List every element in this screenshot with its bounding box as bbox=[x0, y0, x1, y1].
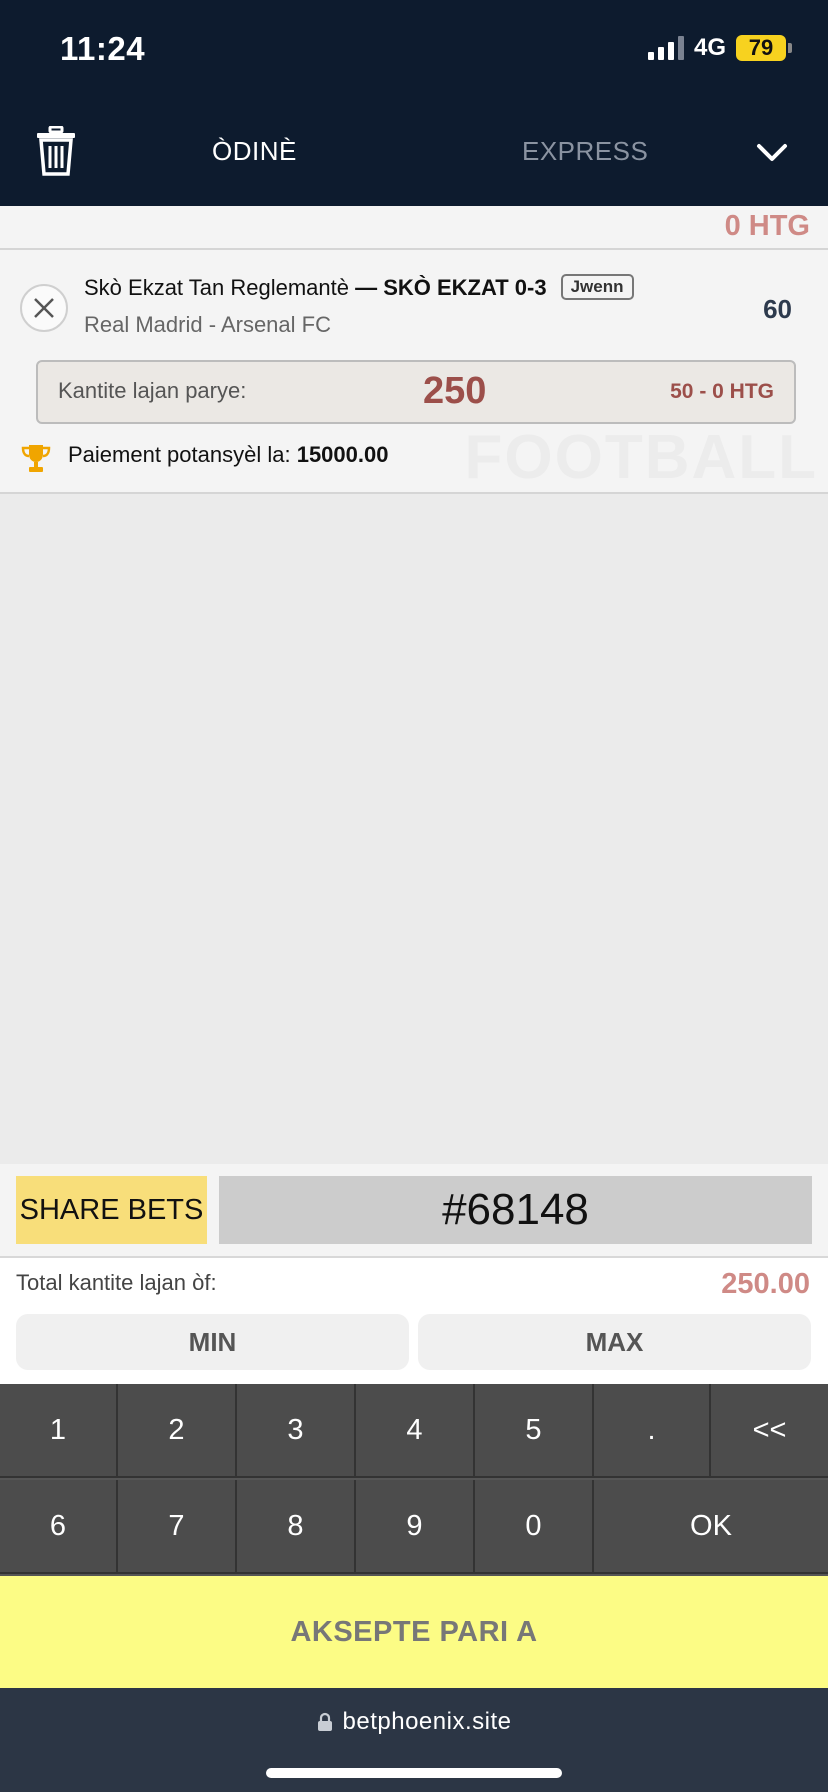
key-6[interactable]: 6 bbox=[0, 1480, 118, 1574]
stake-limits: 50 - 0 HTG bbox=[670, 380, 774, 403]
app-header: 11:24 4G 79 ÒDINÈ EXPRESS bbox=[0, 0, 828, 206]
total-stake-label: Total kantite lajan òf: bbox=[16, 1270, 217, 1295]
key-2[interactable]: 2 bbox=[118, 1384, 237, 1478]
betslip-tabs: ÒDINÈ EXPRESS bbox=[0, 110, 828, 190]
event-name: Real Madrid - Arsenal FC bbox=[84, 312, 331, 337]
trophy-icon bbox=[21, 445, 51, 472]
share-bets-button[interactable]: SHARE BETS bbox=[16, 1176, 207, 1244]
key-0[interactable]: 0 bbox=[475, 1480, 594, 1574]
url-display[interactable]: betphoenix.site bbox=[0, 1708, 828, 1736]
key-3[interactable]: 3 bbox=[237, 1384, 356, 1478]
key-9[interactable]: 9 bbox=[356, 1480, 475, 1574]
payout-label: Paiement potansyèl la: bbox=[68, 442, 291, 467]
stake-value: 250 bbox=[423, 370, 487, 412]
lock-icon bbox=[317, 1712, 332, 1731]
potential-payout: Paiement potansyèl la: 15000.00 bbox=[68, 442, 388, 468]
signal-icon bbox=[647, 36, 684, 60]
market-outcome: SKÒ EKZAT 0-3 bbox=[383, 275, 547, 300]
balance-row: 0 HTG bbox=[0, 206, 828, 250]
numeric-keypad: 1 2 3 4 5 . << 6 7 8 9 0 OK bbox=[0, 1384, 828, 1576]
total-stake-value: 250.00 bbox=[721, 1268, 810, 1300]
stake-label: Kantite lajan parye: bbox=[58, 378, 247, 403]
totals-section: Total kantite lajan òf: 250.00 MIN MAX bbox=[0, 1256, 828, 1384]
key-ok[interactable]: OK bbox=[594, 1480, 828, 1574]
key-decimal[interactable]: . bbox=[594, 1384, 711, 1478]
market-separator: — bbox=[348, 275, 384, 300]
browser-address-bar: betphoenix.site bbox=[0, 1688, 828, 1792]
trash-icon[interactable] bbox=[36, 126, 76, 176]
bet-market: Skò Ekzat Tan Reglemantè — SKÒ EKZAT 0-3… bbox=[84, 274, 634, 301]
remove-bet-button[interactable] bbox=[20, 284, 68, 332]
network-type: 4G bbox=[693, 34, 726, 61]
min-button[interactable]: MIN bbox=[16, 1314, 409, 1370]
tab-express[interactable]: EXPRESS bbox=[522, 136, 648, 167]
key-7[interactable]: 7 bbox=[118, 1480, 237, 1574]
betslip-empty-area bbox=[0, 494, 828, 1164]
bet-card: FOOTBALL Skò Ekzat Tan Reglemantè — SKÒ … bbox=[0, 250, 828, 494]
market-name: Skò Ekzat Tan Reglemantè bbox=[84, 275, 349, 300]
stake-input[interactable]: Kantite lajan parye: 250 50 - 0 HTG bbox=[36, 360, 796, 424]
balance-amount: 0 HTG bbox=[724, 210, 810, 242]
share-row: SHARE BETS #68148 bbox=[0, 1164, 828, 1256]
tab-single[interactable]: ÒDINÈ bbox=[212, 136, 297, 167]
key-1[interactable]: 1 bbox=[0, 1384, 118, 1478]
max-button[interactable]: MAX bbox=[418, 1314, 811, 1370]
payout-value: 15000.00 bbox=[296, 442, 389, 467]
key-5[interactable]: 5 bbox=[475, 1384, 594, 1478]
chevron-down-icon[interactable] bbox=[755, 136, 789, 170]
key-4[interactable]: 4 bbox=[356, 1384, 475, 1478]
key-8[interactable]: 8 bbox=[237, 1480, 356, 1574]
bet-tag: Jwenn bbox=[560, 274, 634, 300]
battery-level: 79 bbox=[748, 35, 774, 60]
home-indicator[interactable] bbox=[266, 1768, 562, 1778]
battery-icon: 79 bbox=[736, 35, 792, 61]
close-icon bbox=[34, 298, 54, 318]
sport-watermark: FOOTBALL bbox=[464, 423, 818, 492]
bet-odds: 60 bbox=[763, 294, 792, 324]
status-indicators: 4G 79 bbox=[647, 34, 792, 62]
key-backspace[interactable]: << bbox=[711, 1384, 828, 1478]
share-code: #68148 bbox=[219, 1176, 812, 1244]
accept-bet-button[interactable]: AKSEPTE PARI A bbox=[0, 1576, 828, 1688]
url-text: betphoenix.site bbox=[342, 1708, 512, 1735]
status-time: 11:24 bbox=[60, 30, 146, 67]
